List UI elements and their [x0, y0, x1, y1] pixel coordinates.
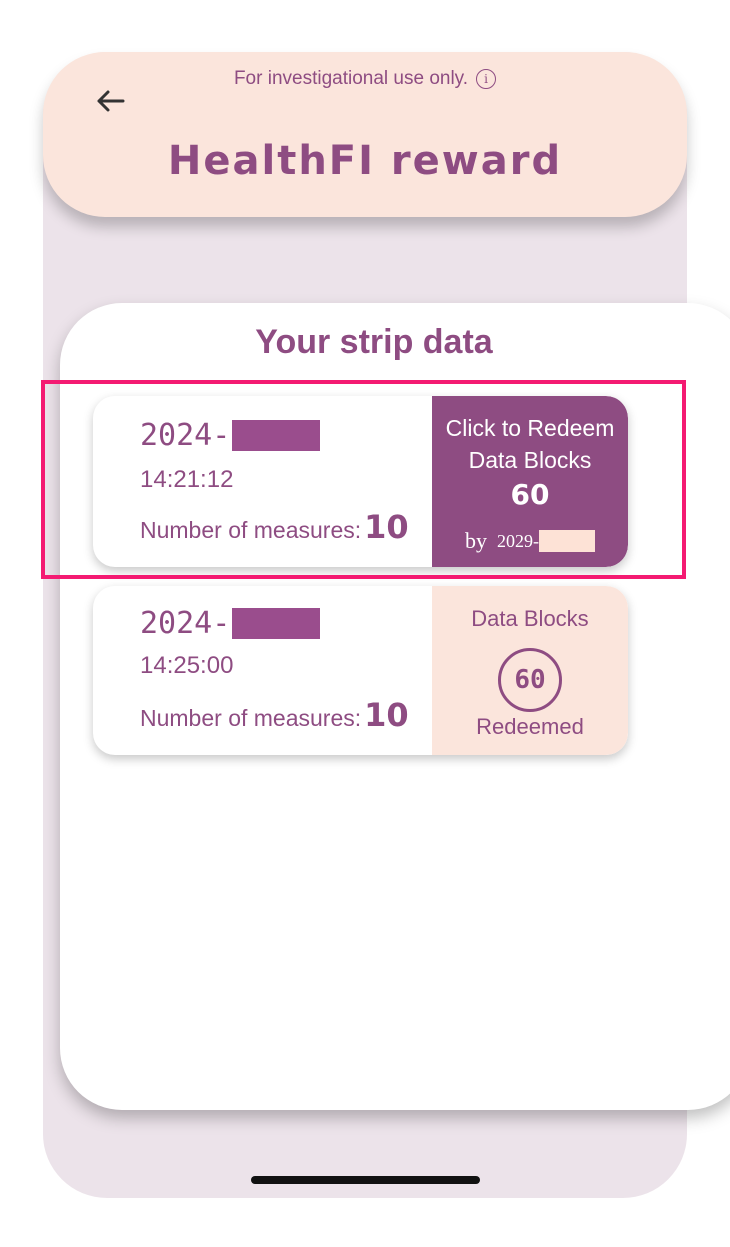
measures-count: Number of measures: 10: [140, 696, 409, 734]
strip-card-info: 2024- 14:25:00 Number of measures: 10: [93, 586, 432, 755]
page-title: HealthFI reward: [167, 138, 563, 184]
strip-date-text: 2024-: [140, 606, 231, 641]
data-blocks-badge: 60: [498, 648, 562, 712]
redeemed-label: Redeemed: [476, 714, 584, 739]
strip-date: 2024-: [140, 606, 321, 641]
app-header: For investigational use only. i HealthFI …: [43, 52, 687, 217]
data-blocks-label: Data Blocks: [471, 606, 589, 631]
arrow-left-icon: [97, 90, 125, 112]
info-icon[interactable]: i: [476, 68, 497, 89]
back-button[interactable]: [93, 84, 127, 118]
redeemed-status: Data Blocks 60 Redeemed: [432, 586, 628, 755]
strip-card: 2024- 14:25:00 Number of measures: 10 Da…: [93, 586, 628, 755]
disclaimer-text: For investigational use only.: [233, 68, 469, 89]
measures-label: Number of measures:: [140, 705, 362, 731]
highlight-box: [41, 380, 686, 579]
home-indicator[interactable]: [251, 1176, 480, 1184]
disclaimer: For investigational use only. i: [43, 68, 687, 90]
section-title: Your strip data: [255, 323, 493, 361]
strip-time: 14:25:00: [140, 652, 234, 679]
redacted-block: [232, 608, 321, 639]
measures-value: 10: [364, 696, 409, 734]
